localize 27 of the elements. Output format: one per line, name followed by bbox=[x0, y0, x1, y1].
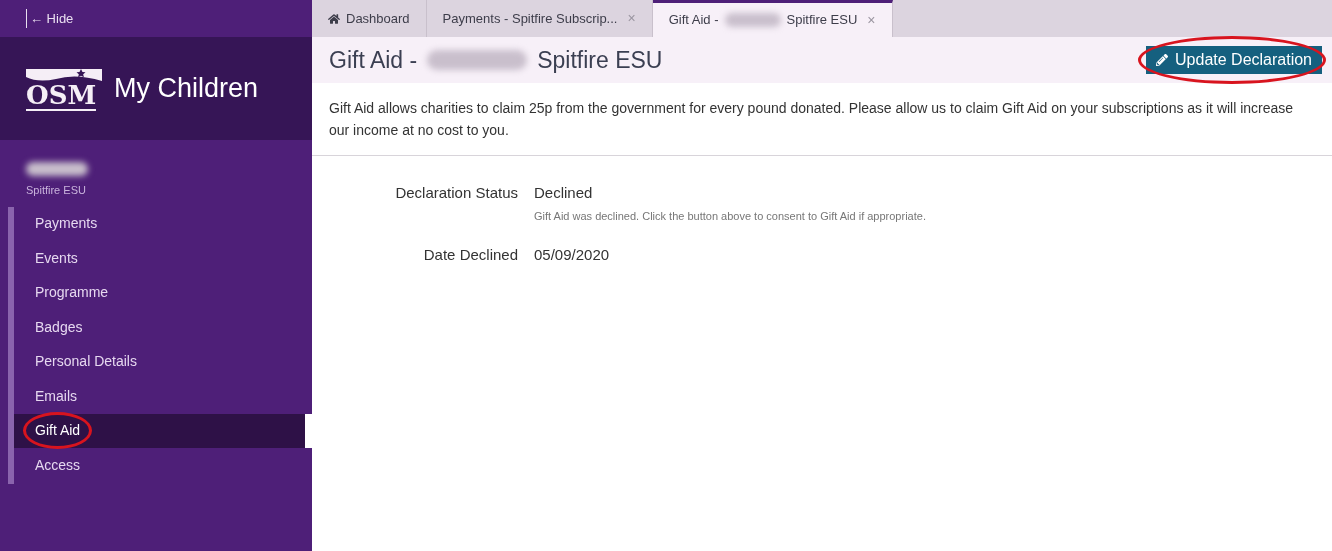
member-section: Spitfire ESU bbox=[26, 182, 312, 199]
app-title: My Children bbox=[114, 72, 259, 106]
nav-item[interactable]: Programme bbox=[14, 275, 312, 310]
nav-item[interactable]: Events bbox=[14, 241, 312, 276]
nav-item[interactable]: Personal Details bbox=[14, 344, 312, 379]
intro-text: Gift Aid allows charities to claim 25p from the government for every pound donated. Please allow us to claim Gift Aid on your subscriptions as it will increase our income at no cost to you. bbox=[329, 99, 1295, 140]
nav-item[interactable]: Access bbox=[14, 448, 312, 483]
field-hint: Gift Aid was declined. Click the button above to consent to Gift Aid if appropriate. bbox=[534, 208, 926, 224]
field-label: Date Declined bbox=[422, 245, 519, 265]
nav-item[interactable]: Gift Aid bbox=[14, 413, 312, 448]
pencil-icon bbox=[1156, 54, 1169, 66]
field-value: 05/09/2020 bbox=[534, 245, 610, 265]
blurred-text bbox=[26, 162, 88, 176]
nav-item[interactable]: Badges bbox=[14, 310, 312, 345]
tab[interactable]: Gift Aid - Spitfire ESU × bbox=[652, 0, 893, 37]
page-title: Spitfire ESU bbox=[537, 45, 663, 75]
page-title: Gift Aid - bbox=[329, 45, 418, 75]
blurred-text bbox=[724, 13, 781, 27]
field-value: Declined bbox=[534, 183, 594, 203]
logo-text: OSM bbox=[26, 80, 97, 111]
hide-link[interactable]: ← Hide bbox=[26, 8, 74, 29]
update-declaration-button[interactable]: Update Declaration bbox=[1146, 46, 1322, 74]
nav-item[interactable]: Payments bbox=[14, 206, 312, 241]
home-icon bbox=[328, 12, 340, 25]
flag-icon bbox=[26, 66, 102, 81]
field-label: Declaration Status bbox=[394, 183, 519, 203]
nav-item[interactable]: Emails bbox=[14, 379, 312, 414]
